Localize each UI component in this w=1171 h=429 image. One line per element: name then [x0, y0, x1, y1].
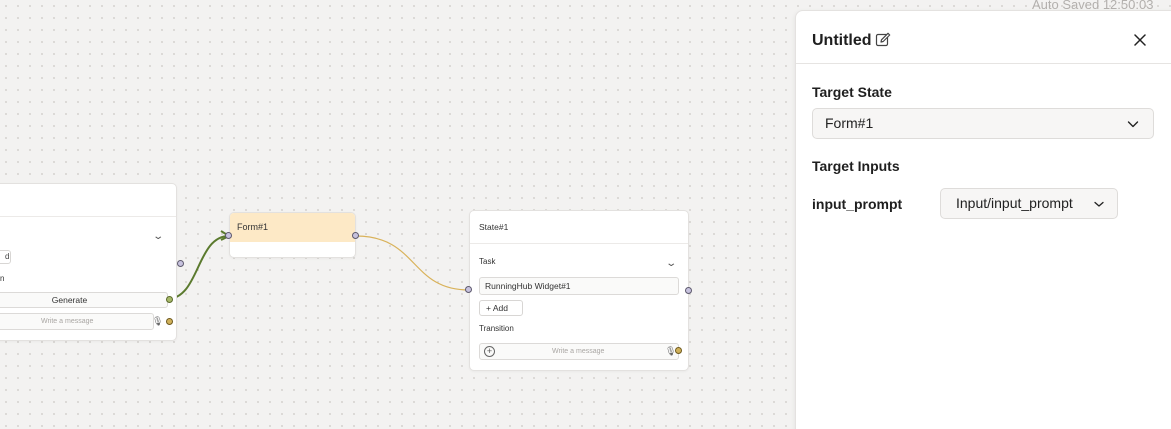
target-inputs-label: Target Inputs [812, 158, 900, 174]
input-mapping-value: Input/input_prompt [956, 195, 1073, 211]
generate-output-port[interactable] [166, 296, 173, 303]
chevron-down-icon[interactable]: ⌄ [665, 258, 677, 269]
chevron-down-icon [1127, 121, 1139, 128]
tag-chip[interactable]: d [0, 250, 11, 264]
add-task-button[interactable]: + Add [479, 300, 523, 316]
node-title: State#1 [470, 211, 688, 244]
message-input[interactable]: Write a message [479, 343, 679, 360]
node-state[interactable]: State#1 Task ⌄ RunningHub Widget#1 + Add… [469, 210, 689, 371]
message-input[interactable]: Write a message [0, 313, 154, 330]
transition-output-port[interactable] [675, 347, 682, 354]
output-port[interactable] [177, 260, 184, 267]
generate-button[interactable]: Generate [0, 292, 168, 308]
form-input-port[interactable] [225, 232, 232, 239]
transition-label: Transition [479, 324, 514, 333]
chevron-down-icon [1094, 201, 1104, 207]
task-label: Task [479, 257, 496, 266]
task-widget-item[interactable]: RunningHub Widget#1 [479, 277, 679, 295]
input-mapping-select[interactable]: Input/input_prompt [940, 188, 1118, 219]
properties-panel: Untitled Target State Form#1 Target Inpu… [795, 10, 1171, 429]
form-output-port[interactable] [352, 232, 359, 239]
panel-title: Untitled [812, 32, 872, 49]
target-state-label: Target State [812, 84, 892, 100]
add-label: Add [492, 303, 508, 313]
label-fragment: n [0, 274, 5, 283]
chevron-down-icon[interactable]: ⌄ [152, 231, 164, 242]
close-icon[interactable] [1132, 32, 1148, 48]
node-partial-left[interactable]: ⌄ d n Generate Write a message 🎙 [0, 183, 184, 341]
target-state-value: Form#1 [825, 115, 874, 131]
node-header [0, 184, 176, 217]
edit-icon[interactable] [875, 32, 891, 48]
message-output-port[interactable] [166, 318, 173, 325]
edge-form-to-state[interactable] [355, 235, 470, 291]
panel-header: Untitled [796, 11, 1171, 64]
plus-icon: + [486, 303, 491, 313]
input-name-label: input_prompt [812, 196, 903, 212]
node-form[interactable]: Form#1 [229, 212, 356, 258]
state-input-port[interactable] [465, 286, 472, 293]
add-circle-icon[interactable]: + [484, 346, 495, 357]
microphone-icon[interactable]: 🎙 [152, 316, 163, 327]
target-state-select[interactable]: Form#1 [812, 108, 1154, 139]
node-title: Form#1 [230, 213, 355, 242]
state-output-port[interactable] [685, 287, 692, 294]
